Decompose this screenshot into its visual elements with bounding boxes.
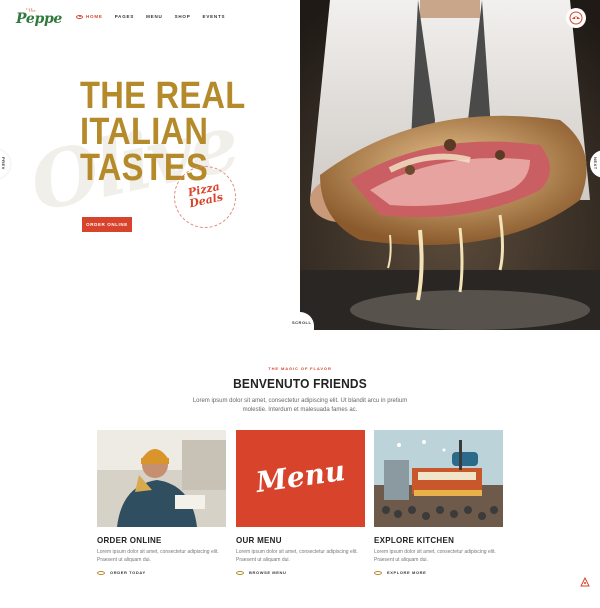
hero-title-line: ITALIAN	[80, 111, 209, 153]
link-eye-icon	[97, 570, 105, 575]
scroll-label: SCROLL	[292, 320, 312, 325]
main-nav: HOME PAGES MENU SHOP EVENTS	[76, 14, 237, 19]
section-title: BENVENUTO FRIENDS	[233, 376, 367, 391]
order-online-button[interactable]: ORDER ONLINE	[82, 217, 132, 232]
card-order-online: ORDER ONLINE Lorem ipsum dolor sit amet,…	[97, 430, 226, 575]
nav-item-label: HOME	[86, 14, 103, 19]
card-photo	[374, 430, 503, 527]
nav-item-label: MENU	[146, 14, 163, 19]
menu-script-text: Menu	[253, 453, 348, 500]
link-eye-icon	[236, 570, 244, 575]
hero-photo-illustration	[300, 0, 600, 330]
pizza-deals-badge[interactable]: Pizza Deals	[174, 166, 236, 228]
nav-item-home[interactable]: HOME	[76, 14, 115, 19]
card-title: ORDER ONLINE	[97, 535, 162, 545]
site-logo[interactable]: • • • the Peppe	[16, 6, 68, 30]
nav-item-events[interactable]: EVENTS	[203, 14, 238, 19]
browse-menu-link[interactable]: BROWSE MENU	[236, 570, 365, 575]
card-image-menu[interactable]: Menu	[236, 430, 365, 527]
card-image-boardwalk[interactable]	[374, 430, 503, 527]
scroll-down-tab[interactable]: SCROLL	[284, 312, 314, 332]
prev-slide-tab[interactable]: PREV	[0, 150, 10, 178]
card-explore-kitchen: EXPLORE KITCHEN Lorem ipsum dolor sit am…	[374, 430, 503, 575]
order-today-link[interactable]: ORDER TODAY	[97, 570, 226, 575]
pizza-cart-glyph	[569, 11, 583, 25]
card-description: Lorem ipsum dolor sit amet, consectetur …	[236, 549, 358, 563]
card-link-label: EXPLORE MORE	[387, 570, 427, 575]
card-link-label: ORDER TODAY	[110, 570, 146, 575]
link-eye-icon	[374, 570, 382, 575]
nav-item-menu[interactable]: MENU	[146, 14, 174, 19]
hero-title: THE REAL ITALIAN TASTES	[80, 75, 252, 187]
card-description: Lorem ipsum dolor sit amet, consectetur …	[374, 549, 496, 563]
nav-item-shop[interactable]: SHOP	[175, 14, 203, 19]
active-eye-icon	[76, 14, 83, 19]
section-description: Lorem ipsum dolor sit amet, consectetur …	[192, 398, 408, 413]
prev-slide-label: PREV	[1, 157, 6, 170]
card-our-menu: Menu OUR MENU Lorem ipsum dolor sit amet…	[236, 430, 365, 575]
card-title: OUR MENU	[236, 535, 282, 545]
card-description: Lorem ipsum dolor sit amet, consectetur …	[97, 549, 219, 563]
nav-item-label: PAGES	[114, 14, 135, 19]
card-photo	[97, 430, 226, 527]
pizza-slice-icon[interactable]	[578, 575, 592, 589]
card-link-label: BROWSE MENU	[249, 570, 287, 575]
hero-pizza-image	[300, 0, 600, 330]
nav-item-pages[interactable]: PAGES	[115, 14, 146, 19]
nav-item-label: EVENTS	[202, 14, 226, 19]
card-image-woman-eating-pizza[interactable]	[97, 430, 226, 527]
pizza-cart-icon[interactable]	[566, 8, 586, 28]
card-title: EXPLORE KITCHEN	[374, 535, 455, 545]
next-slide-label: NEXT	[593, 157, 598, 170]
logo-wordmark: Peppe	[16, 11, 63, 27]
hero-title-line: THE REAL	[80, 75, 246, 117]
section-eyebrow: THE MAGIC OF FLAVOR	[268, 366, 332, 371]
explore-more-link[interactable]: EXPLORE MORE	[374, 570, 503, 575]
nav-item-label: SHOP	[174, 14, 191, 19]
pizza-slice-glyph	[580, 577, 590, 587]
